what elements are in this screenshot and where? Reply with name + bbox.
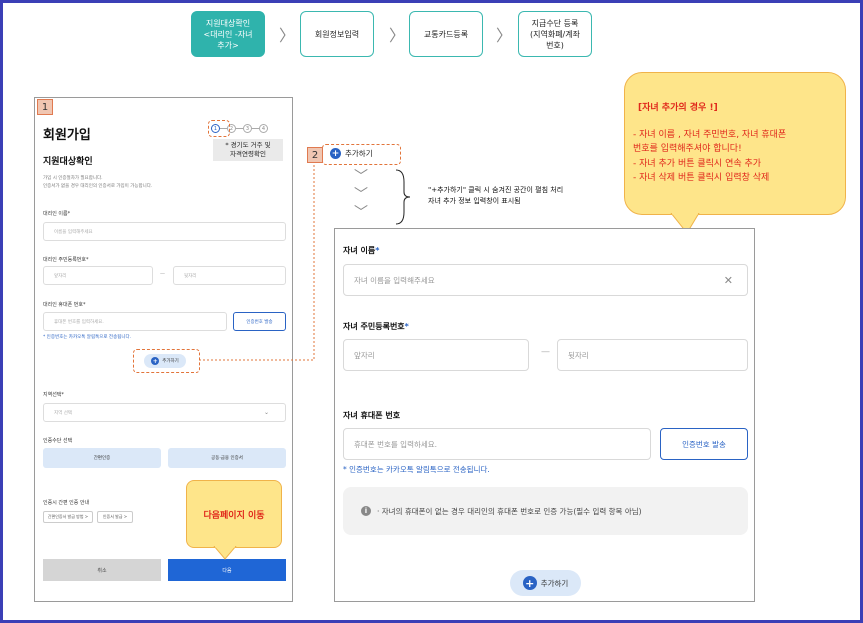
plus-icon: + (522, 576, 537, 590)
child-name-input[interactable]: 자녀 이름을 입력해주세요 ✕ (343, 264, 748, 296)
child-rrn-back-input[interactable]: 뒷자리 (557, 339, 748, 371)
info-box: i · 자녀의 휴대폰이 없는 경우 대리인의 휴대폰 번호로 인증 가능(필수… (343, 487, 748, 535)
child-send-code-button[interactable]: 인증번호 발송 (660, 428, 748, 460)
child-rrn-label: 자녀 주민등록번호* (343, 322, 409, 331)
rrn-dash: — (541, 347, 550, 357)
callout-item: - 자녀 삭제 버튼 클릭시 입력창 삭제 (633, 173, 770, 183)
child-kakao-note: * 인증번호는 카카오톡 알림톡으로 전송됩니다. (343, 465, 490, 474)
child-info-panel: 자녀 이름* 자녀 이름을 입력해주세요 ✕ 자녀 주민등록번호* 앞자리 — … (334, 228, 755, 602)
child-add-rules-callout: [자녀 추가의 경우 !] - 자녀 이름 , 자녀 주민번호, 자녀 휴대폰 … (624, 72, 846, 215)
child-rrn-front-input[interactable]: 앞자리 (343, 339, 529, 371)
chevron-down-icon: ﹀ (354, 169, 368, 185)
add-header-label: 추가하기 (345, 149, 373, 158)
add-child-button[interactable]: + 추가하기 (510, 570, 581, 596)
info-text: · 자녀의 휴대폰이 없는 경우 대리인의 휴대폰 번호로 인증 가능(필수 입… (377, 506, 642, 516)
expand-annotation: "+추가하기" 클릭 시 숨겨진 공간이 펼침 처리 자녀 추가 정보 입력창이… (428, 186, 564, 205)
expand-chevrons: ﹀ ﹀ ﹀ (354, 168, 368, 222)
badge-number-2: 2 (307, 147, 323, 163)
child-phone-input[interactable]: 휴대폰 번호를 입력하세요. (343, 428, 651, 460)
clear-icon[interactable]: ✕ (724, 274, 733, 287)
child-name-placeholder: 자녀 이름을 입력해주세요 (354, 275, 435, 285)
chevron-down-icon: ﹀ (354, 205, 368, 221)
callout-title: [자녀 추가의 경우 !] (638, 103, 718, 113)
add-header: + 추가하기 (330, 148, 373, 159)
callout-item: - 자녀 이름 , 자녀 주민번호, 자녀 휴대폰 번호를 입력해주셔야 합니다… (633, 130, 787, 154)
add-child-label: 추가하기 (540, 578, 569, 588)
child-phone-label: 자녀 휴대폰 번호 (343, 411, 401, 420)
child-name-label: 자녀 이름* (343, 246, 380, 255)
info-icon: i (361, 506, 371, 516)
callout-item: - 자녀 추가 버튼 클릭시 연속 추가 (633, 159, 762, 169)
plus-icon: + (330, 148, 341, 159)
bracket-icon (395, 169, 411, 225)
chevron-down-icon: ﹀ (354, 187, 368, 203)
